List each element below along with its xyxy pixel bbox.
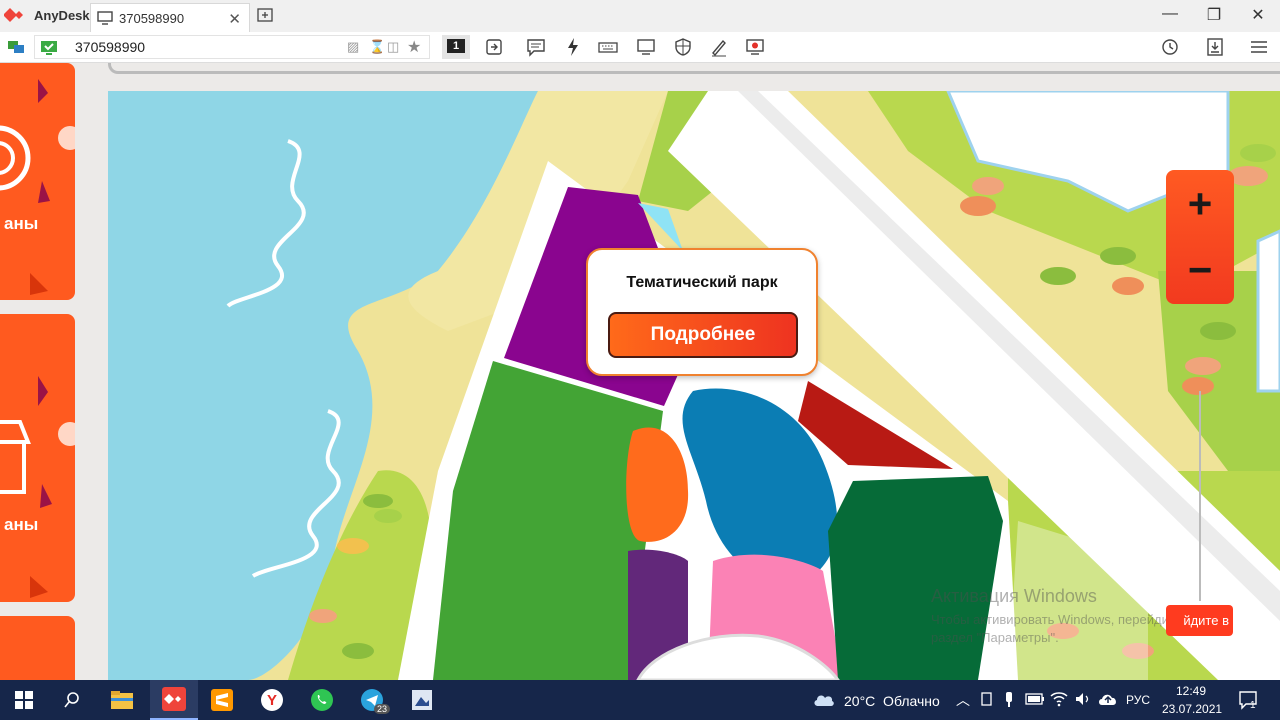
- details-button[interactable]: Подробнее: [608, 312, 798, 358]
- windows-activation-watermark: Активация Windows Чтобы активировать Win…: [931, 586, 1192, 647]
- top-frame: [108, 63, 1280, 74]
- pen-icon[interactable]: [709, 37, 729, 57]
- menu-icon[interactable]: [1249, 37, 1269, 57]
- taskbar-explorer[interactable]: [98, 680, 146, 720]
- lightning-icon[interactable]: [563, 37, 583, 57]
- yandex-browser-icon: Y: [261, 689, 283, 711]
- clock-time[interactable]: 12:49: [1176, 684, 1206, 698]
- cylinder-icon: ◫: [387, 39, 400, 54]
- image-app-icon: [412, 690, 432, 710]
- keyboard-icon[interactable]: [598, 37, 618, 57]
- record-icon[interactable]: [745, 37, 765, 57]
- sidebar-card-1-icon: [0, 79, 75, 295]
- taskbar-yandex[interactable]: Y: [248, 680, 296, 720]
- folder-icon: [111, 691, 133, 709]
- app-name: AnyDesk: [34, 7, 90, 23]
- zoom-controls: + −: [1166, 170, 1234, 304]
- whatsapp-icon: [311, 689, 333, 711]
- new-tab-icon[interactable]: [256, 6, 274, 24]
- download-icon[interactable]: [1205, 37, 1225, 57]
- anydesk-icon: [162, 687, 186, 711]
- map-action-button[interactable]: йдите в: [1166, 605, 1233, 636]
- watermark-line-1: Чтобы активировать Windows, перейдите в: [931, 612, 1193, 627]
- address-value: 370598990: [75, 39, 146, 55]
- popup-title: Тематический парк: [626, 274, 778, 291]
- taskbar-whatsapp[interactable]: [298, 680, 346, 720]
- remote-screen[interactable]: аны аны Тематический парк Подробнее + − …: [0, 63, 1280, 680]
- sidebar-item-label: аны: [4, 515, 39, 534]
- monitor-badge: 1: [447, 39, 465, 53]
- taskbar-anydesk[interactable]: [150, 680, 198, 720]
- address-bar[interactable]: 370598990 ▨ ⌛ ◫ ★: [34, 35, 430, 59]
- chat-icon[interactable]: [526, 37, 546, 57]
- weather-cloud-icon: [814, 695, 834, 706]
- toolbar: 370598990 ▨ ⌛ ◫ ★ 1: [0, 32, 1280, 63]
- close-tab-icon[interactable]: ✕: [228, 10, 241, 28]
- chevron-up-icon[interactable]: ︿: [956, 690, 970, 710]
- taskbar-telegram[interactable]: 23: [348, 680, 396, 720]
- windows-logo-icon: [15, 691, 33, 709]
- notification-count: 1: [1250, 700, 1256, 711]
- app-brand: AnyDesk: [4, 7, 90, 23]
- usb-icon[interactable]: [1003, 691, 1015, 709]
- maximize-button[interactable]: ❐: [1199, 5, 1229, 25]
- sublime-icon: [211, 689, 233, 711]
- zoom-out-button[interactable]: −: [1166, 240, 1234, 300]
- telegram-badge: 23: [374, 704, 391, 714]
- minimize-button[interactable]: —: [1155, 5, 1185, 23]
- start-button[interactable]: [0, 680, 48, 720]
- monitor-select-button[interactable]: 1: [442, 35, 470, 59]
- monitor-icon: [97, 11, 113, 25]
- onedrive-icon[interactable]: [1098, 691, 1118, 707]
- search-button[interactable]: [48, 680, 96, 720]
- wifi-icon[interactable]: [1050, 691, 1068, 707]
- watermark-title: Активация Windows: [931, 586, 1097, 606]
- taskbar-sublime[interactable]: [198, 680, 246, 720]
- windows-taskbar: Y 23 20°C Облачно ︿ РУС 12:49 23.07.2021…: [0, 680, 1280, 720]
- watermark-line-2: раздел "Параметры".: [931, 630, 1059, 645]
- connection-status-icon: [8, 41, 24, 53]
- history-icon[interactable]: [1160, 37, 1180, 57]
- device-icon[interactable]: [980, 692, 994, 706]
- clock-date[interactable]: 23.07.2021: [1162, 702, 1222, 716]
- verified-monitor-icon: [41, 41, 57, 55]
- session-tab[interactable]: 370598990 ✕: [90, 3, 250, 32]
- display-icon[interactable]: [636, 37, 656, 57]
- favorite-star-icon[interactable]: ★: [407, 37, 421, 57]
- language-indicator[interactable]: РУС: [1126, 693, 1150, 707]
- sidebar-card-2[interactable]: аны: [0, 314, 75, 602]
- hourglass-icon: ⌛: [369, 39, 386, 54]
- title-bar: AnyDesk 370598990 ✕ — ❐ ✕: [0, 0, 1280, 32]
- sidebar-card-1[interactable]: аны: [0, 63, 75, 300]
- map-popup: Тематический парк Подробнее: [586, 248, 818, 376]
- shield-icon[interactable]: [673, 37, 693, 57]
- volume-icon[interactable]: [1074, 691, 1092, 707]
- sidebar-item-label: аны: [4, 214, 39, 233]
- weather-text[interactable]: 20°C Облачно: [844, 693, 940, 709]
- close-window-button[interactable]: ✕: [1243, 5, 1273, 25]
- shop-icon: [0, 376, 75, 598]
- privacy-icon[interactable]: ▨: [347, 39, 359, 55]
- sidebar-card-3[interactable]: [0, 616, 75, 680]
- actions-icon[interactable]: [484, 37, 504, 57]
- anydesk-logo-icon: [4, 8, 23, 22]
- zoom-in-button[interactable]: +: [1166, 174, 1234, 234]
- search-icon: [64, 692, 79, 708]
- svg-text:Y: Y: [267, 692, 277, 709]
- taskbar-app[interactable]: [398, 680, 446, 720]
- battery-icon[interactable]: [1025, 693, 1045, 705]
- tab-title: 370598990: [119, 10, 185, 26]
